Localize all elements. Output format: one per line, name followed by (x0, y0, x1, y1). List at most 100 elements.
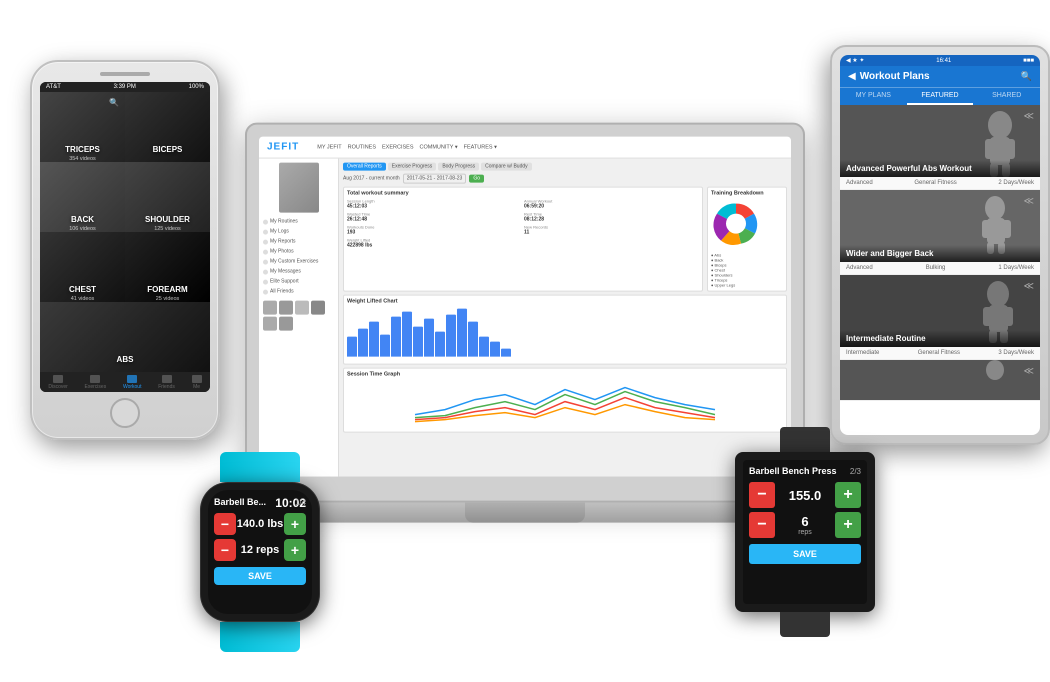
workout-item-1[interactable]: Advanced Powerful Abs Workout ≪ Advanced… (840, 105, 1040, 190)
tablet: ◀ ★ ✦ 16:41 ■■■ ◀ Workout Plans 🔍 MY PLA… (830, 45, 1050, 445)
watch-set-progress: 1/4 (214, 498, 306, 507)
workout-level-1: Advanced (846, 180, 873, 186)
apple-watch: Barbell Be... 10:02 1/4 − 140.0 lbs + − … (185, 452, 335, 652)
nav-features[interactable]: FEATURES ▾ (464, 144, 497, 150)
forearm-label: FOREARM (125, 285, 210, 294)
tab-overall-reports[interactable]: Overall Reports (343, 163, 386, 171)
sidebar-item[interactable]: My Custom Exercises (263, 257, 334, 267)
workout-overlay-3: Intermediate Routine (840, 330, 1040, 347)
android-set-progress: 2/3 (749, 467, 861, 476)
muscle-cell-back[interactable]: BACK 106 videos (40, 162, 125, 232)
tablet-battery-icon: ■■■ (1023, 58, 1034, 64)
watch-reps-plus[interactable]: + (284, 539, 306, 561)
phone-nav-me[interactable]: Me (192, 375, 202, 390)
android-reps-control: − 6 reps + (749, 512, 861, 538)
phone-nav-friends[interactable]: Friends (158, 375, 175, 390)
phone-nav-discover[interactable]: Discover (48, 375, 67, 390)
phone-time: 3:39 PM (114, 84, 136, 90)
android-save-button[interactable]: SAVE (749, 544, 861, 564)
sidebar-item[interactable]: My Routines (263, 217, 334, 227)
muscle-cell-triceps[interactable]: TRICEPS 354 videos 🔍 (40, 92, 125, 162)
user-avatar (279, 163, 319, 213)
workout-level-3: Intermediate (846, 350, 879, 356)
jefit-app: JEFIT MY JEFIT ROUTINES EXERCISES COMMUN… (259, 137, 791, 477)
date-range-label: Aug 2017 - current month (343, 176, 400, 182)
tab-shared[interactable]: SHARED (973, 88, 1040, 105)
tablet-time: 16:41 (936, 58, 951, 64)
sidebar-item[interactable]: My Photos (263, 247, 334, 257)
workout-item-4[interactable]: ≪ (840, 360, 1040, 401)
tab-my-plans[interactable]: MY PLANS (840, 88, 907, 105)
share-icon-4[interactable]: ≪ (1024, 366, 1034, 377)
phone-home-button[interactable] (110, 398, 140, 428)
tab-body-progress[interactable]: Body Progress (438, 163, 479, 171)
phone-carrier: AT&T (46, 84, 61, 90)
workout-frequency-1: 2 Days/Week (998, 180, 1034, 186)
tablet-page-title: Workout Plans (860, 71, 1017, 82)
sidebar-item[interactable]: My Messages (263, 267, 334, 277)
chart2-title: Session Time Graph (347, 372, 783, 378)
watch-weight-minus[interactable]: − (214, 513, 236, 535)
watch-reps-minus[interactable]: − (214, 539, 236, 561)
go-button[interactable]: Go (469, 175, 484, 183)
phone-nav-workout[interactable]: Workout (123, 375, 142, 390)
back-label: BACK (40, 215, 125, 224)
search-icon[interactable]: 🔍 (109, 98, 119, 107)
muscle-cell-forearm[interactable]: FOREARM 25 videos (125, 232, 210, 302)
workout-category-2: Bulking (926, 265, 946, 271)
tab-compare-buddy[interactable]: Compare w/ Buddy (481, 163, 532, 171)
android-reps-plus[interactable]: + (835, 512, 861, 538)
phone-screen: AT&T 3:39 PM 100% TRICEPS 354 videos 🔍 B… (40, 82, 210, 392)
watch-reps-value: 12 reps (241, 544, 280, 556)
workout-meta-3: Intermediate General Fitness 3 Days/Week (840, 347, 1040, 359)
android-reps-minus[interactable]: − (749, 512, 775, 538)
date-input[interactable]: 2017-05-21 - 2017-08-23 (403, 174, 467, 184)
abs-label: ABS (40, 355, 210, 364)
smartphone: AT&T 3:39 PM 100% TRICEPS 354 videos 🔍 B… (30, 60, 220, 440)
muscle-cell-chest[interactable]: CHEST 41 videos (40, 232, 125, 302)
session-time-chart: Session Time Graph (343, 368, 787, 433)
share-icon-1[interactable]: ≪ (1024, 111, 1034, 122)
summary-grid: Session Length45:12:03 Annual Workout06:… (347, 199, 699, 249)
watch-band-bottom (220, 622, 300, 652)
tab-featured[interactable]: FEATURED (907, 88, 974, 105)
share-icon-2[interactable]: ≪ (1024, 196, 1034, 207)
tablet-search-icon[interactable]: 🔍 (1021, 71, 1032, 82)
phone-nav-exercises[interactable]: Exercises (85, 375, 107, 390)
tablet-status-bar: ◀ ★ ✦ 16:41 ■■■ (840, 55, 1040, 66)
nav-routines[interactable]: ROUTINES (348, 144, 376, 150)
nav-exercises[interactable]: EXERCISES (382, 144, 413, 150)
muscle-cell-biceps[interactable]: BICEPS (125, 92, 210, 162)
jefit-main-content: Overall Reports Exercise Progress Body P… (339, 159, 791, 477)
android-band-bottom (780, 612, 830, 637)
android-weight-minus[interactable]: − (749, 482, 775, 508)
weight-lifted-chart: Weight Lifted Chart (343, 295, 787, 365)
back-button[interactable]: ◀ (848, 71, 856, 82)
android-weight-plus[interactable]: + (835, 482, 861, 508)
watch-save-button[interactable]: SAVE (214, 567, 306, 585)
workout-thumb-2: Wider and Bigger Back ≪ (840, 190, 1040, 262)
sidebar-item[interactable]: Elite Support (263, 277, 334, 287)
tablet-status-icons: ◀ ★ ✦ (846, 57, 864, 64)
pie-chart (711, 199, 761, 249)
sidebar-item[interactable]: My Logs (263, 227, 334, 237)
muscle-cell-abs[interactable]: ABS (40, 302, 210, 372)
tab-exercise-progress[interactable]: Exercise Progress (388, 163, 437, 171)
workout-overlay-2: Wider and Bigger Back (840, 245, 1040, 262)
nav-myjefit[interactable]: MY JEFIT (317, 144, 341, 150)
workout-item-2[interactable]: Wider and Bigger Back ≪ Advanced Bulking… (840, 190, 1040, 275)
stat-wasted-time: Wasted Time26:12:48 (347, 212, 522, 223)
breakdown-title: Training Breakdown (711, 191, 783, 197)
sidebar-item[interactable]: All Friends (263, 287, 334, 297)
sidebar-item[interactable]: My Reports (263, 237, 334, 247)
nav-community[interactable]: COMMUNITY ▾ (420, 144, 458, 150)
muscle-cell-shoulder[interactable]: SHOULDER 125 videos (125, 162, 210, 232)
workout-item-3[interactable]: Intermediate Routine ≪ Intermediate Gene… (840, 275, 1040, 360)
workout-frequency-3: 3 Days/Week (998, 350, 1034, 356)
line-chart-svg (347, 380, 783, 425)
watch-weight-plus[interactable]: + (284, 513, 306, 535)
report-tabs: Overall Reports Exercise Progress Body P… (343, 163, 787, 171)
monitor-screen: JEFIT MY JEFIT ROUTINES EXERCISES COMMUN… (259, 137, 791, 477)
share-icon-3[interactable]: ≪ (1024, 281, 1034, 292)
monitor-base (465, 503, 585, 523)
